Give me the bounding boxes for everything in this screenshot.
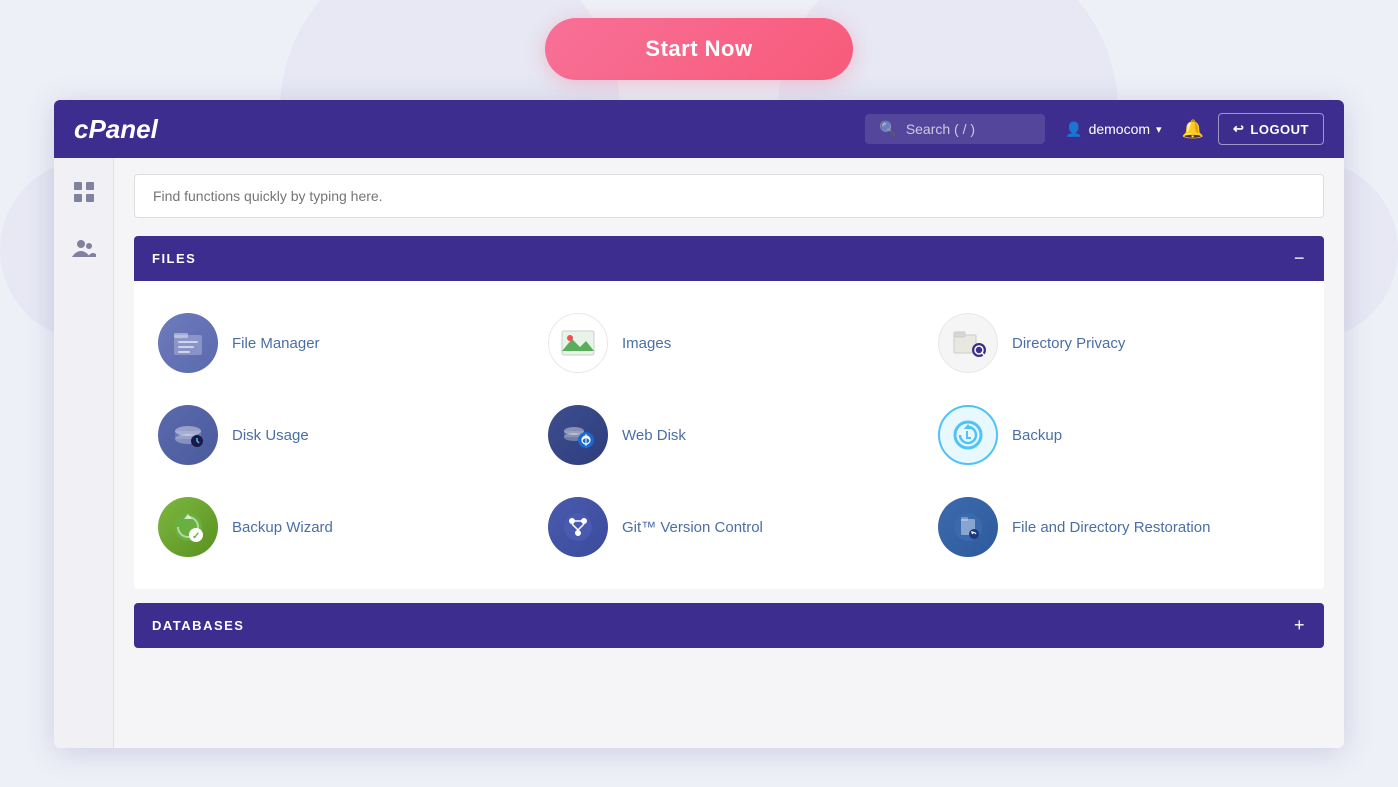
search-label: Search ( / ) xyxy=(906,121,975,137)
backup-wizard-icon: ✓ xyxy=(158,497,218,557)
cpanel-main: FILES − xyxy=(114,158,1344,748)
user-icon: 👤 xyxy=(1065,121,1082,138)
header-username: democom xyxy=(1089,121,1150,137)
file-manager-label: File Manager xyxy=(232,335,320,352)
logout-label: LOGOUT xyxy=(1250,122,1309,137)
file-restore-item[interactable]: File and Directory Restoration xyxy=(924,481,1314,573)
chevron-down-icon: ▾ xyxy=(1156,123,1162,136)
backup-icon xyxy=(938,405,998,465)
databases-section-header: DATABASES + xyxy=(134,603,1324,648)
files-section-title: FILES xyxy=(152,251,196,266)
backup-label: Backup xyxy=(1012,427,1062,444)
users-icon xyxy=(72,237,96,259)
function-search-input[interactable] xyxy=(134,174,1324,218)
files-section-header: FILES − xyxy=(134,236,1324,281)
grid-icon xyxy=(73,181,95,203)
file-restore-icon xyxy=(938,497,998,557)
sidebar-item-users[interactable] xyxy=(64,228,104,268)
cpanel-body: FILES − xyxy=(54,158,1344,748)
disk-usage-item[interactable]: Disk Usage xyxy=(144,389,534,481)
cpanel-window: cPanel 🔍 Search ( / ) 👤 democom ▾ 🔔 ↩ LO… xyxy=(54,100,1344,748)
directory-privacy-icon xyxy=(938,313,998,373)
sidebar-item-grid[interactable] xyxy=(64,172,104,212)
search-icon: 🔍 xyxy=(879,120,898,138)
databases-section-toggle[interactable]: + xyxy=(1294,615,1306,636)
files-section-toggle[interactable]: − xyxy=(1294,248,1306,269)
header-user[interactable]: 👤 democom ▾ xyxy=(1065,121,1161,138)
cpanel-logo: cPanel xyxy=(74,114,158,145)
backup-wizard-label: Backup Wizard xyxy=(232,519,333,536)
disk-usage-label: Disk Usage xyxy=(232,427,309,444)
files-section: FILES − xyxy=(134,236,1324,589)
images-label: Images xyxy=(622,335,671,352)
file-manager-item[interactable]: File Manager xyxy=(144,297,534,389)
web-disk-icon xyxy=(548,405,608,465)
bell-icon[interactable]: 🔔 xyxy=(1182,119,1204,140)
images-icon xyxy=(548,313,608,373)
file-restore-label: File and Directory Restoration xyxy=(1012,519,1210,536)
images-item[interactable]: Images xyxy=(534,297,924,389)
file-manager-icon xyxy=(158,313,218,373)
files-section-body: File Manager Images xyxy=(134,281,1324,589)
top-area: Start Now xyxy=(0,0,1398,100)
logout-icon: ↩ xyxy=(1233,121,1244,137)
logout-button[interactable]: ↩ LOGOUT xyxy=(1218,113,1324,145)
cpanel-header: cPanel 🔍 Search ( / ) 👤 democom ▾ 🔔 ↩ LO… xyxy=(54,100,1344,158)
header-search[interactable]: 🔍 Search ( / ) xyxy=(865,114,1045,144)
svg-text:✓: ✓ xyxy=(192,531,200,542)
databases-section-title: DATABASES xyxy=(152,618,244,633)
directory-privacy-label: Directory Privacy xyxy=(1012,335,1125,352)
directory-privacy-item[interactable]: Directory Privacy xyxy=(924,297,1314,389)
databases-section: DATABASES + xyxy=(134,603,1324,648)
cpanel-sidebar xyxy=(54,158,114,748)
backup-wizard-item[interactable]: ✓ Backup Wizard xyxy=(144,481,534,573)
backup-item[interactable]: Backup xyxy=(924,389,1314,481)
git-item[interactable]: Git™ Version Control xyxy=(534,481,924,573)
git-icon xyxy=(548,497,608,557)
disk-usage-icon xyxy=(158,405,218,465)
web-disk-label: Web Disk xyxy=(622,427,686,444)
start-now-button[interactable]: Start Now xyxy=(545,18,852,80)
git-label: Git™ Version Control xyxy=(622,519,763,536)
web-disk-item[interactable]: Web Disk xyxy=(534,389,924,481)
